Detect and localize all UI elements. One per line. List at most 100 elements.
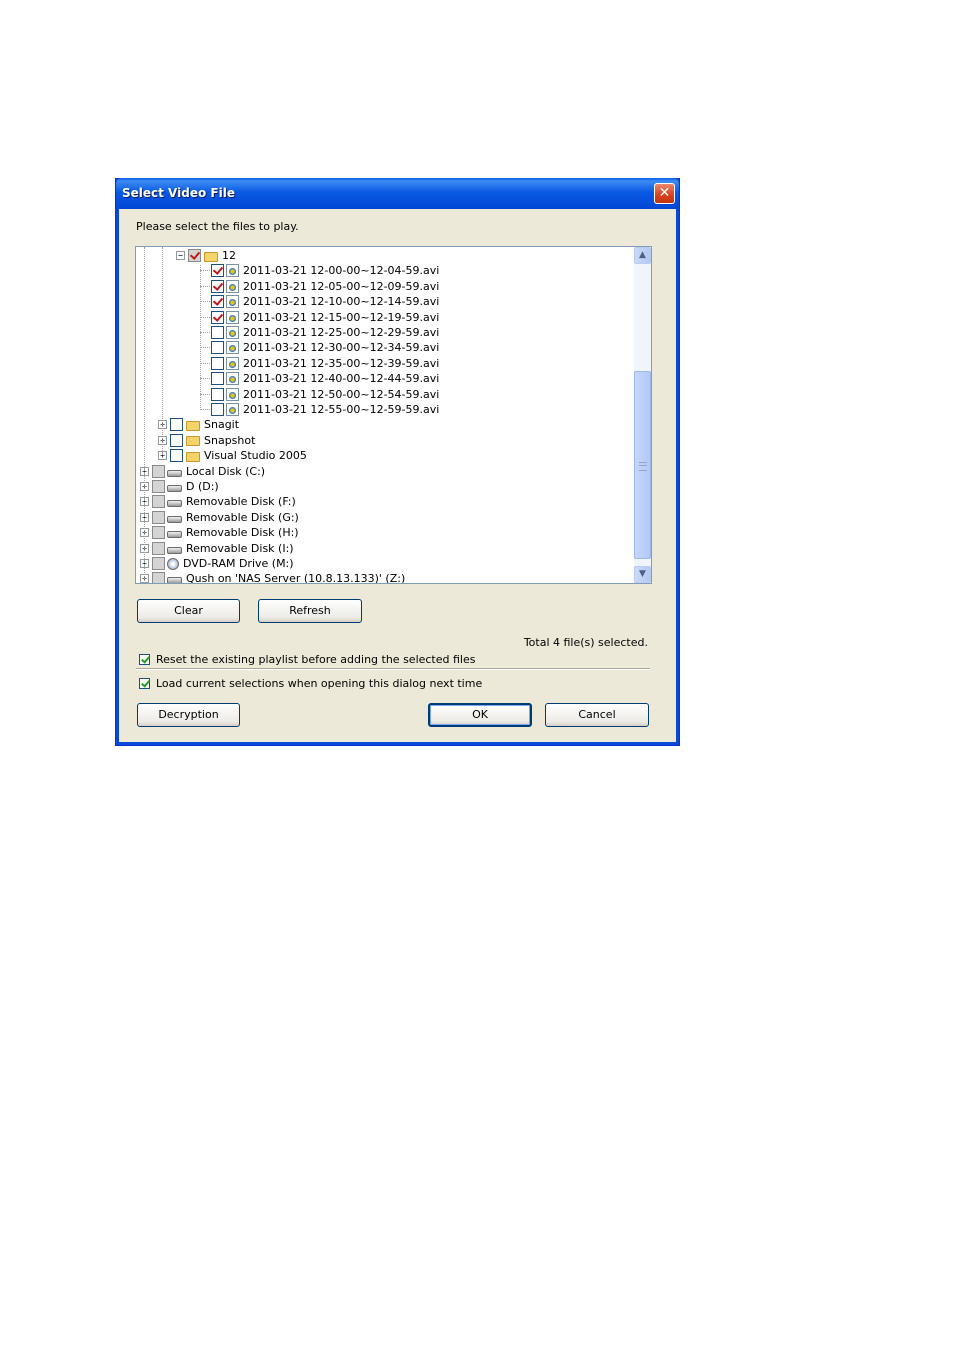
file-checkbox[interactable] [211, 387, 224, 401]
tree-item-label: 2011-03-21 12-10-00~12-14-59.avi [243, 295, 440, 309]
title-bar[interactable]: Select Video File ✕ [116, 178, 679, 209]
tree-item-file[interactable]: 2011-03-21 12-25-00~12-29-59.avi [211, 325, 439, 340]
drive-checkbox [152, 480, 165, 493]
tree-item-label: 2011-03-21 12-40-00~12-44-59.avi [243, 372, 440, 386]
file-checkbox[interactable] [211, 310, 224, 324]
tree-connector [200, 347, 210, 349]
tree-item-drive[interactable]: + Local Disk (C:) [140, 464, 265, 479]
tree-item-label: Qush on 'NAS Server (10.8.13.133)' (Z:) [186, 572, 406, 583]
tree-item-drive[interactable]: + Removable Disk (G:) [140, 510, 299, 525]
file-checkbox[interactable] [211, 341, 224, 355]
tree-item-label: Snapshot [204, 433, 256, 447]
tree-item-file[interactable]: 2011-03-21 12-35-00~12-39-59.avi [211, 356, 439, 371]
drive-checkbox [152, 557, 165, 570]
load-selections-checkbox[interactable] [139, 678, 150, 689]
decryption-button[interactable]: Decryption [137, 703, 240, 727]
tree-scrollbar[interactable]: ▲ ▼ [634, 247, 651, 583]
tree-item-file[interactable]: 2011-03-21 12-10-00~12-14-59.avi [211, 294, 439, 309]
tree-item-label: 2011-03-21 12-05-00~12-09-59.avi [243, 279, 440, 293]
tree-item-file[interactable]: 2011-03-21 12-50-00~12-54-59.avi [211, 387, 439, 402]
file-checkbox[interactable] [211, 326, 224, 339]
file-tree[interactable]: −12 2011-03-21 12-00-00~12-04-59.avi 2011-… [135, 246, 652, 584]
tree-item-drive[interactable]: + Removable Disk (F:) [140, 494, 296, 509]
file-checkbox[interactable] [211, 264, 224, 278]
tree-item-label: Removable Disk (I:) [186, 541, 294, 555]
file-checkbox[interactable] [211, 295, 224, 309]
tree-item-label: Visual Studio 2005 [204, 449, 307, 463]
hard-disk-icon [167, 469, 182, 477]
clear-button[interactable]: Clear [137, 599, 240, 623]
tree-item-drive[interactable]: + DVD-RAM Drive (M:) [140, 556, 294, 571]
tree-item-label: 2011-03-21 12-15-00~12-19-59.avi [243, 310, 440, 324]
drive-checkbox [152, 526, 165, 540]
tree-connector [200, 265, 201, 411]
ok-button[interactable]: OK [428, 703, 532, 727]
tree-item-file[interactable]: 2011-03-21 12-15-00~12-19-59.avi [211, 310, 439, 325]
scroll-up-button[interactable]: ▲ [634, 247, 651, 264]
drive-checkbox [152, 464, 165, 478]
tree-item-folder-12[interactable]: − 12 [176, 248, 236, 263]
tree-item-file[interactable]: 2011-03-21 12-05-00~12-09-59.avi [211, 279, 439, 294]
tree-item-drive[interactable]: + Removable Disk (H:) [140, 525, 299, 540]
file-checkbox[interactable] [211, 403, 224, 416]
refresh-button[interactable]: Refresh [258, 599, 362, 623]
video-file-icon [226, 326, 239, 339]
folder-checkbox[interactable] [170, 433, 183, 447]
tree-connector [200, 409, 210, 410]
tree-connector [200, 362, 210, 364]
folder-icon [186, 420, 200, 431]
drive-checkbox [152, 495, 165, 509]
removable-disk-icon [167, 531, 182, 539]
scroll-down-button[interactable]: ▼ [634, 566, 651, 583]
tree-item-label: 2011-03-21 12-50-00~12-54-59.avi [243, 387, 440, 401]
video-file-icon [226, 387, 239, 401]
tree-connector [200, 285, 210, 287]
tree-item-label: 2011-03-21 12-25-00~12-29-59.avi [243, 326, 440, 339]
tree-item-file[interactable]: 2011-03-21 12-55-00~12-59-59.avi [211, 402, 439, 417]
close-button[interactable]: ✕ [654, 183, 675, 204]
tree-item-drive[interactable]: + Qush on 'NAS Server (10.8.13.133)' (Z:) [140, 571, 405, 583]
tree-connector [200, 301, 210, 303]
tree-item-folder[interactable]: + Snagit [158, 417, 239, 432]
selection-count: Total 4 file(s) selected. [523, 636, 648, 649]
prompt-text: Please select the files to play. [136, 220, 299, 233]
file-checkbox[interactable] [211, 279, 224, 293]
video-file-icon [226, 264, 239, 278]
video-file-icon [226, 341, 239, 355]
tree-item-file[interactable]: 2011-03-21 12-30-00~12-34-59.avi [211, 340, 439, 355]
hard-disk-icon [167, 485, 182, 492]
tree-item-label: Removable Disk (F:) [186, 495, 296, 509]
video-file-icon [226, 403, 239, 416]
tree-item-file[interactable]: 2011-03-21 12-40-00~12-44-59.avi [211, 371, 439, 386]
folder-checkbox[interactable] [170, 418, 183, 432]
video-file-icon [226, 279, 239, 293]
expander-icon[interactable]: − [176, 251, 185, 260]
drive-checkbox [152, 572, 165, 583]
tree-item-label: 2011-03-21 12-35-00~12-39-59.avi [243, 356, 440, 370]
tree-item-label: Local Disk (C:) [186, 464, 266, 478]
tree-connector [162, 247, 163, 456]
tree-item-folder[interactable]: + Snapshot [158, 433, 255, 448]
cancel-button[interactable]: Cancel [545, 703, 649, 727]
tree-checkbox[interactable] [188, 249, 201, 262]
folder-checkbox[interactable] [170, 449, 183, 463]
reset-playlist-option[interactable]: Reset the existing playlist before addin… [139, 653, 475, 666]
tree-item-file[interactable]: 2011-03-21 12-00-00~12-04-59.avi [211, 263, 439, 278]
file-checkbox[interactable] [211, 356, 224, 370]
scroll-thumb[interactable] [634, 371, 651, 559]
drive-checkbox [152, 541, 165, 555]
separator [136, 668, 650, 670]
dialog-title: Select Video File [122, 186, 235, 200]
tree-item-label: Snagit [204, 418, 240, 432]
grip-icon [639, 462, 647, 471]
tree-item-drive[interactable]: + Removable Disk (I:) [140, 541, 294, 556]
reset-playlist-checkbox[interactable] [139, 654, 150, 665]
video-file-icon [226, 356, 239, 370]
video-file-icon [226, 372, 239, 386]
file-checkbox[interactable] [211, 372, 224, 386]
select-video-file-dialog: Select Video File ✕ Please select the fi… [115, 178, 680, 746]
tree-item-folder[interactable]: + Visual Studio 2005 [158, 448, 307, 463]
tree-item-drive[interactable]: + D (D:) [140, 479, 219, 494]
tree-item-label: D (D:) [186, 480, 219, 493]
load-selections-option[interactable]: Load current selections when opening thi… [139, 677, 482, 690]
